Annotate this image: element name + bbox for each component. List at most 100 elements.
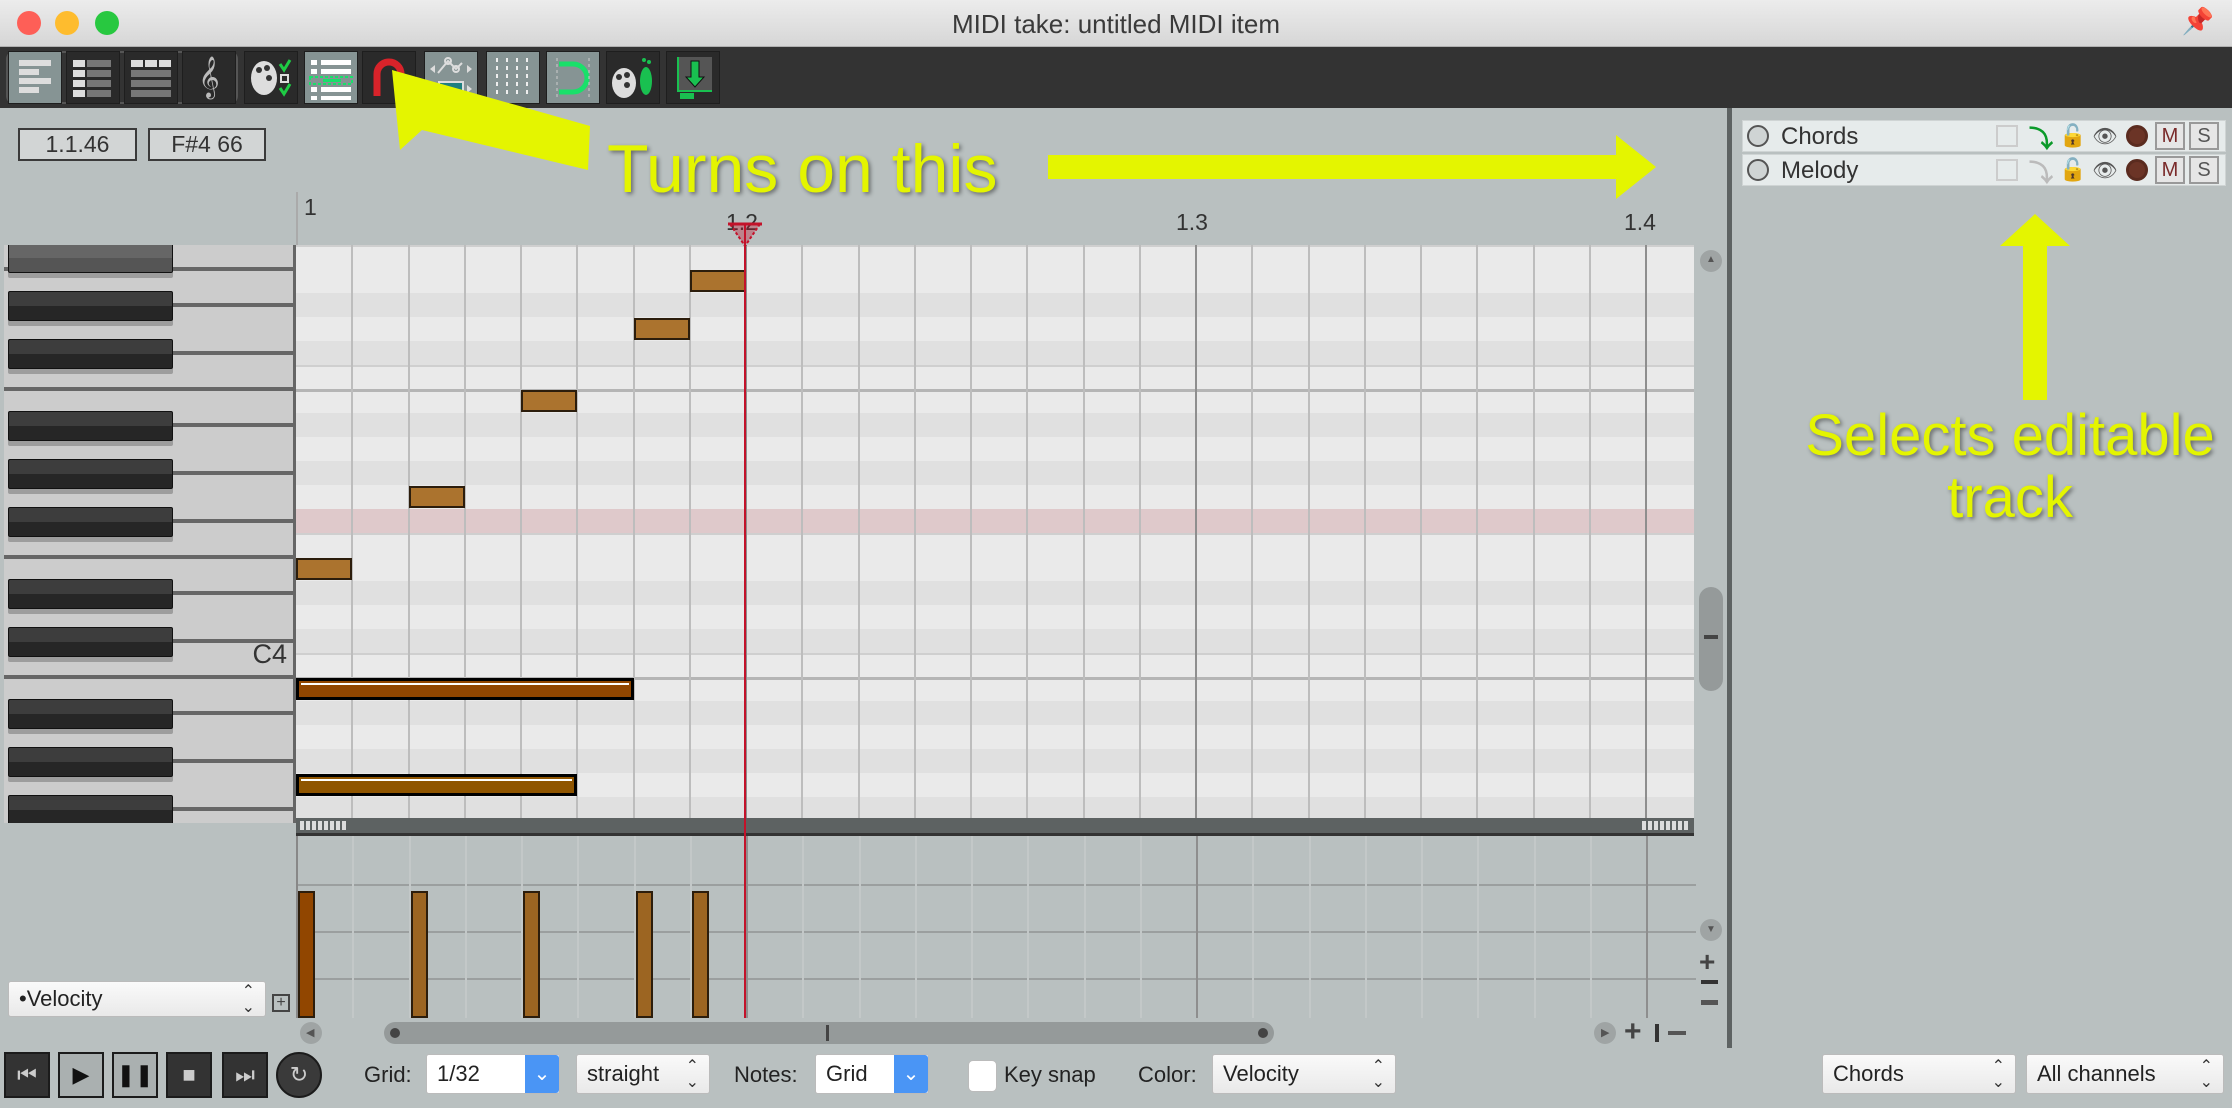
midi-note[interactable]: [408, 486, 465, 508]
eye-icon[interactable]: 👁: [2089, 122, 2121, 150]
play-button[interactable]: ▶: [58, 1052, 104, 1098]
musical-notation-button[interactable]: 𝄞: [182, 51, 236, 104]
active-track-value: Chords: [1833, 1061, 1904, 1086]
black-key[interactable]: [8, 245, 173, 273]
velocity-bar[interactable]: [635, 890, 653, 1018]
drag-handle-left[interactable]: [300, 821, 348, 830]
track-select-checkbox[interactable]: [1996, 159, 2018, 181]
note-row: [296, 629, 1694, 653]
white-key-divider: [171, 303, 293, 307]
black-key[interactable]: [8, 339, 173, 369]
note-row: [296, 557, 1694, 581]
mute-button[interactable]: M: [2155, 122, 2185, 150]
skip-to-start-button[interactable]: ⏮: [4, 1052, 50, 1098]
cc-scroll-down-button[interactable]: ▼: [1700, 919, 1722, 941]
key-snap-checkbox[interactable]: [968, 1060, 997, 1092]
skip-to-end-button[interactable]: ⏭: [222, 1052, 268, 1098]
stop-icon: ■: [182, 1062, 196, 1087]
cc-vline: [802, 836, 805, 1018]
black-key[interactable]: [8, 627, 173, 657]
track-row-chords[interactable]: Chords ⤵ 🔓 👁 M S: [1742, 120, 2226, 153]
show-all-tracks-button[interactable]: [304, 51, 358, 104]
ruler-label-1-3: 1.3: [1176, 209, 1208, 235]
black-key[interactable]: [8, 459, 173, 489]
drag-handle-right[interactable]: [1642, 821, 1690, 830]
grid-type-select[interactable]: straight ⌃ ⌄: [576, 1054, 710, 1094]
piano-roll-grid[interactable]: [296, 245, 1694, 818]
cc-vline: [1589, 836, 1592, 1018]
not-editable-track-icon[interactable]: ⤵: [2025, 156, 2057, 187]
zoom-out-horizontal-button[interactable]: [1668, 1031, 1686, 1035]
white-key-divider: [171, 591, 293, 595]
mute-button[interactable]: M: [2155, 156, 2185, 184]
velocity-bar[interactable]: [298, 890, 315, 1018]
playhead-line[interactable]: [744, 225, 746, 1018]
black-key[interactable]: [8, 699, 173, 729]
scroll-right-button[interactable]: ▶: [1594, 1022, 1616, 1044]
scroll-up-button[interactable]: ▲: [1700, 250, 1722, 272]
lane-height-icon[interactable]: [1701, 980, 1718, 984]
grid-select[interactable]: 1/32 ⌄: [426, 1054, 560, 1094]
velocity-lane[interactable]: [296, 836, 1696, 1018]
pause-button[interactable]: ❚❚: [112, 1052, 158, 1098]
unlock-icon[interactable]: 🔓: [2057, 156, 2089, 184]
lane-divider[interactable]: [296, 818, 1694, 836]
zoom-in-horizontal-button[interactable]: +: [1624, 1015, 1642, 1049]
black-key[interactable]: [8, 507, 173, 537]
track-panel-divider[interactable]: [1727, 108, 1732, 1048]
ruler-label-1: 1: [304, 194, 317, 220]
eye-icon[interactable]: 👁: [2089, 156, 2121, 184]
black-key[interactable]: [8, 579, 173, 609]
record-arm-icon[interactable]: [2121, 156, 2153, 184]
pushpin-icon[interactable]: 📌: [2182, 6, 2214, 37]
notes-select[interactable]: Grid ⌄: [815, 1054, 929, 1094]
scroll-left-button[interactable]: ◀: [300, 1022, 322, 1044]
vertical-scrollbar-thumb[interactable]: [1699, 587, 1723, 691]
horizontal-scrollbar-thumb[interactable]: [384, 1022, 1274, 1044]
solo-button[interactable]: S: [2189, 122, 2219, 150]
velocity-bar[interactable]: [691, 890, 709, 1018]
piano-keyboard[interactable]: C4C3: [4, 245, 296, 823]
channel-select[interactable]: All channels ⌃ ⌄: [2026, 1054, 2224, 1094]
cc-vline: [352, 836, 355, 1018]
unlock-icon[interactable]: 🔓: [2057, 122, 2089, 150]
piano-roll-mode-button[interactable]: [8, 51, 62, 104]
track-select-checkbox[interactable]: [1996, 125, 2018, 147]
midi-note[interactable]: [521, 390, 578, 412]
note-row: [296, 437, 1694, 461]
named-notes-mode-button[interactable]: [66, 51, 120, 104]
midi-note[interactable]: [296, 558, 353, 580]
color-checks-button[interactable]: [244, 51, 298, 104]
white-key-divider: [171, 351, 293, 355]
cc-gridline: [298, 884, 1696, 886]
add-cc-lane-button[interactable]: +: [272, 994, 290, 1012]
cc-lane-selector[interactable]: •Velocity ⌃ ⌄: [8, 981, 266, 1017]
midi-note[interactable]: [633, 318, 690, 340]
zoom-out-vertical-button[interactable]: [1701, 1000, 1718, 1005]
color-mode-select[interactable]: Velocity ⌃ ⌄: [1212, 1054, 1396, 1094]
record-arm-icon[interactable]: [2121, 122, 2153, 150]
loop-button[interactable]: ↻: [276, 1052, 322, 1098]
playhead-marker-icon[interactable]: [728, 222, 762, 248]
midi-note[interactable]: [689, 270, 746, 292]
active-track-select[interactable]: Chords ⌃ ⌄: [1822, 1054, 2016, 1094]
track-row-melody[interactable]: Melody ⤵ 🔓 👁 M S: [1742, 154, 2226, 187]
black-key[interactable]: [8, 747, 173, 777]
black-key[interactable]: [8, 795, 173, 823]
time-position-display: 1.1.46: [18, 128, 137, 161]
black-key[interactable]: [8, 291, 173, 321]
midi-note[interactable]: [296, 774, 578, 796]
track-play-icon[interactable]: [1747, 159, 1769, 181]
black-key[interactable]: [8, 411, 173, 441]
stop-button[interactable]: ■: [166, 1052, 212, 1098]
white-key-divider: [171, 759, 293, 763]
midi-note[interactable]: [296, 678, 634, 700]
editable-track-icon[interactable]: ⤵: [2025, 122, 2057, 153]
note-row: [296, 797, 1694, 818]
velocity-bar[interactable]: [523, 890, 540, 1018]
velocity-bar[interactable]: [410, 890, 428, 1018]
solo-button[interactable]: S: [2189, 156, 2219, 184]
zoom-in-vertical-button[interactable]: +: [1699, 948, 1715, 976]
event-list-mode-button[interactable]: [124, 51, 178, 104]
track-play-icon[interactable]: [1747, 125, 1769, 147]
